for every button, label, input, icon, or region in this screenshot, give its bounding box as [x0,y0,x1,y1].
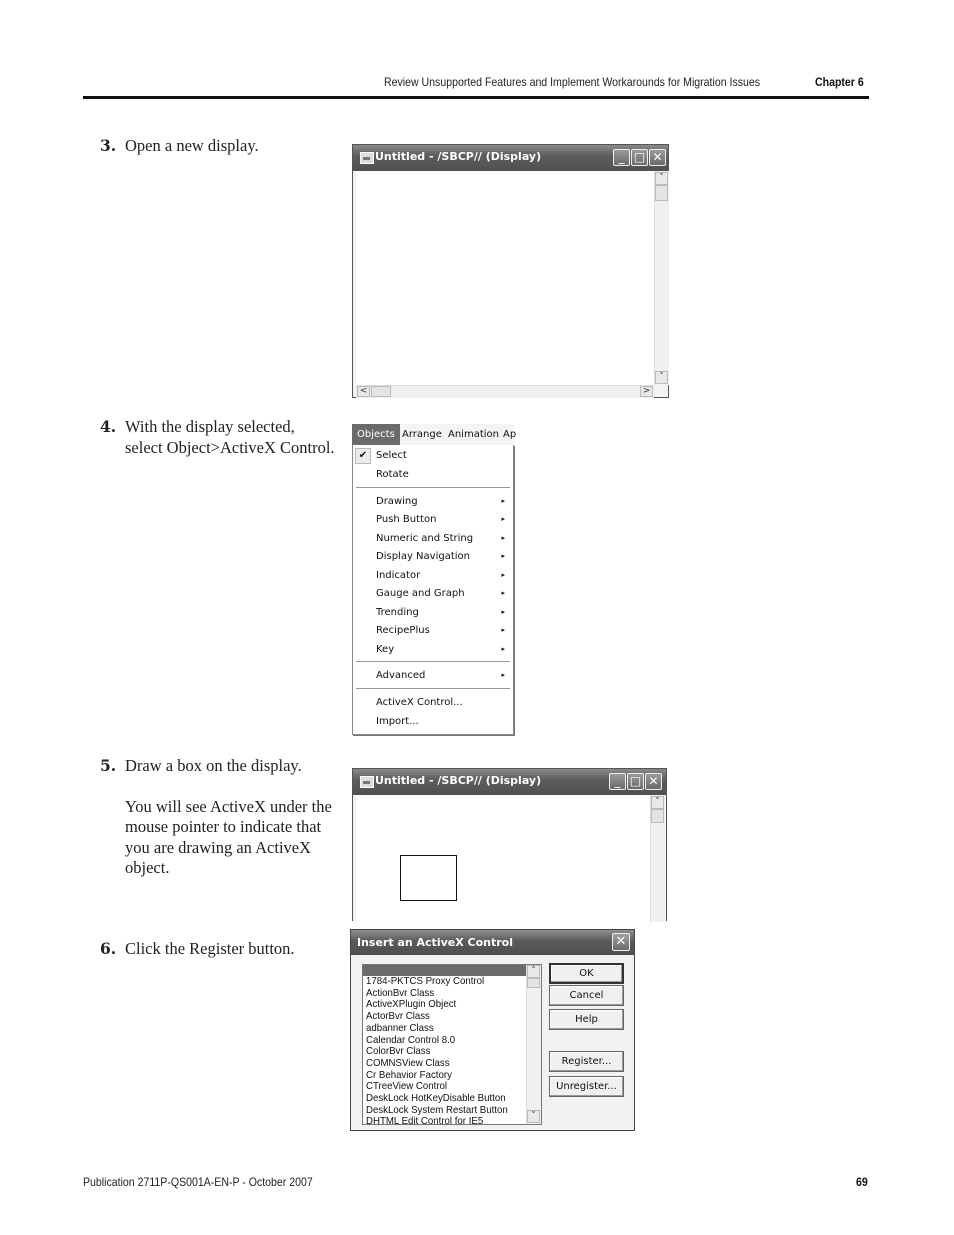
display-icon [360,776,374,788]
menu-animation[interactable]: Animation [443,424,504,445]
scroll-down-button[interactable]: ˅ [655,371,668,384]
ok-button[interactable]: OK [549,963,624,984]
scroll-up-button[interactable]: ˄ [655,172,668,185]
menu-item-numeric-string[interactable]: Numeric and String [376,533,473,544]
step-6: 6. Click the Register button. [100,939,335,960]
submenu-arrow-icon: ▸ [501,534,505,542]
horizontal-scrollbar[interactable]: < > [356,385,654,398]
window-title: Untitled - /SBCP// (Display) [375,774,542,787]
minimize-button[interactable]: _ [609,773,626,790]
menu-item-recipeplus[interactable]: RecipePlus [376,625,430,636]
scroll-right-button[interactable]: > [640,386,653,397]
vertical-scrollbar[interactable]: ˄ ˅ [654,171,669,385]
menu-item-select[interactable]: Select [376,450,407,461]
step-text: Draw a box on the display. [125,756,302,775]
step-4: 4. With the display selected, select Obj… [100,417,335,458]
list-item[interactable]: DHTML Edit Control for IE5 [366,1116,483,1124]
scroll-down-button[interactable]: ˅ [527,1110,540,1123]
maximize-button[interactable]: □ [627,773,644,790]
step-text: Click the Register button. [125,939,295,958]
close-button[interactable]: ✕ [645,773,662,790]
display-icon [360,152,374,164]
unregister-button[interactable]: Unregister... [549,1076,624,1097]
running-header-title: Review Unsupported Features and Implemen… [384,75,761,89]
submenu-arrow-icon: ▸ [501,645,505,653]
scroll-up-button[interactable]: ˄ [527,965,540,978]
check-icon: ✔ [355,448,371,464]
submenu-arrow-icon: ▸ [501,589,505,597]
dialog-title-bar: Insert an ActiveX Control ✕ [351,930,634,955]
menu-ap[interactable]: Ap [498,424,521,445]
submenu-arrow-icon: ▸ [501,497,505,505]
menu-item-push-button[interactable]: Push Button [376,514,436,525]
chapter-label: Chapter 6 [815,75,864,89]
menu-item-indicator[interactable]: Indicator [376,570,420,581]
window-title: Untitled - /SBCP// (Display) [375,150,542,163]
menu-arrange[interactable]: Arrange [397,424,447,445]
submenu-arrow-icon: ▸ [501,608,505,616]
header-rule [83,96,869,99]
step-number: 3. [100,136,117,155]
activex-control-list[interactable]: 1784-PKTCS Proxy Control ActionBvr Class… [362,964,542,1125]
step-5: 5. Draw a box on the display. You will s… [100,756,335,879]
display-canvas[interactable] [356,171,654,385]
menu-item-display-navigation[interactable]: Display Navigation [376,551,470,562]
menu-item-key[interactable]: Key [376,644,394,655]
submenu-arrow-icon: ▸ [501,571,505,579]
scroll-left-button[interactable]: < [357,386,370,397]
minimize-button[interactable]: _ [613,149,630,166]
help-button[interactable]: Help [549,1009,624,1030]
vertical-scrollbar[interactable]: ˄ [650,795,665,922]
dialog-title: Insert an ActiveX Control [357,936,514,949]
menu-item-gauge-graph[interactable]: Gauge and Graph [376,588,465,599]
list-scrollbar[interactable]: ˄ ˅ [526,965,541,1124]
step-number: 4. [100,417,117,436]
menu-objects[interactable]: Objects [352,424,400,445]
menu-item-advanced[interactable]: Advanced [376,670,425,681]
menu-bar: Objects Arrange Animation Ap [352,424,516,446]
display-window-drawing-screenshot: Untitled - /SBCP// (Display) _ □ ✕ ˄ [352,768,667,922]
window-title-bar: Untitled - /SBCP// (Display) _ □ ✕ [353,145,668,171]
menu-item-activex-control[interactable]: ActiveX Control... [376,697,463,708]
menu-separator [356,661,510,662]
submenu-arrow-icon: ▸ [501,552,505,560]
drawn-activex-box[interactable] [400,855,457,901]
step-text: With the display selected, select Object… [125,417,335,457]
menu-item-rotate[interactable]: Rotate [376,469,409,480]
scroll-thumb[interactable] [651,809,664,823]
publication-info: Publication 2711P-QS001A-EN-P - October … [83,1175,313,1189]
menu-item-import[interactable]: Import... [376,716,419,727]
insert-activex-dialog-screenshot: Insert an ActiveX Control ✕ 1784-PKTCS P… [350,929,635,1131]
objects-dropdown: ✔ Select Rotate Drawing ▸ Push Button ▸ … [352,445,514,735]
register-button[interactable]: Register... [549,1051,624,1072]
display-window-screenshot: Untitled - /SBCP// (Display) _ □ ✕ ˄ ˅ <… [352,144,669,398]
scroll-thumb[interactable] [527,978,540,988]
submenu-arrow-icon: ▸ [501,626,505,634]
step-number: 5. [100,756,117,775]
maximize-button[interactable]: □ [631,149,648,166]
menu-item-drawing[interactable]: Drawing [376,496,418,507]
submenu-arrow-icon: ▸ [501,515,505,523]
step-3: 3. Open a new display. [100,136,335,157]
scroll-thumb[interactable] [655,185,668,201]
objects-menu-screenshot: Objects Arrange Animation Ap ✔ Select Ro… [352,424,516,736]
scroll-up-button[interactable]: ˄ [651,796,664,809]
menu-separator [356,688,510,689]
submenu-arrow-icon: ▸ [501,671,505,679]
page-number: 69 [856,1175,868,1189]
step-number: 6. [100,939,117,958]
step-text: Open a new display. [125,136,259,155]
cancel-button[interactable]: Cancel [549,985,624,1006]
step-note: You will see ActiveX under the mouse poi… [125,796,332,878]
close-button[interactable]: ✕ [612,933,630,951]
scroll-thumb[interactable] [371,386,391,397]
window-title-bar: Untitled - /SBCP// (Display) _ □ ✕ [353,769,666,795]
display-canvas[interactable] [356,795,650,922]
menu-separator [356,487,510,488]
menu-item-trending[interactable]: Trending [376,607,419,618]
close-button[interactable]: ✕ [649,149,666,166]
